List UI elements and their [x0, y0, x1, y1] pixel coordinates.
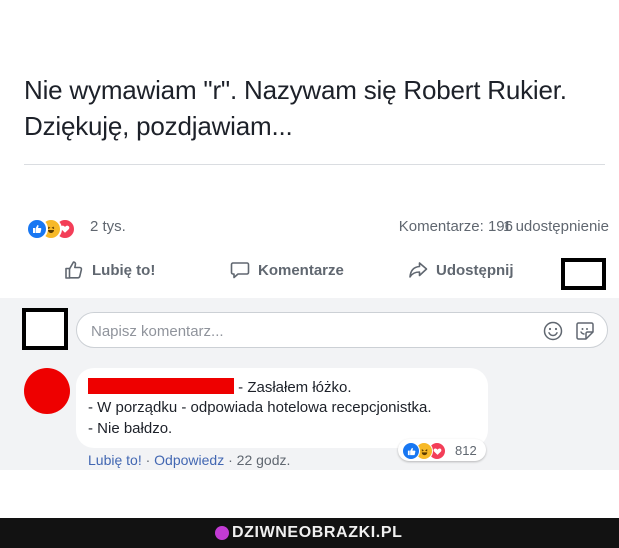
comment-timestamp[interactable]: 22 godz. — [237, 452, 291, 468]
comment-reactions-pill[interactable]: 812 — [398, 439, 486, 461]
comment-bubble-icon — [230, 262, 250, 279]
post-text-line-1: Nie wymawiam "r". Nazywam się Robert Ruk… — [24, 75, 567, 105]
shares-count[interactable]: 1 udostępnienie — [503, 218, 609, 235]
comment-line-1-text: - Zasłałem łóżko. — [234, 379, 352, 396]
separator: · — [141, 452, 155, 468]
comment-line-3: - Nie bałdzo. — [88, 420, 173, 437]
comment-actions: Lubię to! · Odpowiedz · 22 godz. — [88, 452, 290, 468]
like-reaction-icon — [402, 442, 420, 460]
comment-bubble: - Zasłałem łóżko. - W porządku - odpowia… — [76, 368, 488, 448]
like-button-label: Lubię to! — [92, 261, 156, 279]
like-button[interactable]: Lubię to! — [64, 260, 155, 280]
reaction-count[interactable]: 2 tys. — [90, 218, 126, 235]
comment-input[interactable] — [89, 319, 533, 343]
watermark-bar: DZIWNEOBRAZKI.PL — [0, 518, 619, 548]
sticker-icon[interactable] — [575, 321, 595, 341]
comment-reactions[interactable]: 812 — [324, 439, 488, 461]
watermark-logo-icon — [215, 526, 229, 540]
comment-button-label: Komentarze — [258, 261, 344, 279]
watermark-text: DZIWNEOBRAZKI.PL — [232, 524, 403, 541]
emoji-icon[interactable] — [543, 321, 563, 341]
comment-input-wrapper — [76, 312, 608, 348]
avatar[interactable] — [24, 368, 70, 414]
reaction-icons[interactable] — [26, 218, 90, 240]
divider — [24, 164, 605, 165]
comment-reply-link[interactable]: Odpowiedz — [154, 452, 224, 468]
post-text-line-2: Dziękuję, pozdjawiam... — [24, 111, 293, 141]
redaction-box — [561, 258, 606, 290]
redacted-author-name — [88, 378, 234, 394]
comment-reaction-count: 812 — [455, 443, 477, 458]
comment-line-2: - W porządku - odpowiada hotelowa recepc… — [88, 399, 432, 416]
comment-button[interactable]: Komentarze — [230, 260, 344, 280]
comment-like-link[interactable]: Lubię to! — [88, 452, 142, 468]
share-button-label: Udostępnij — [436, 261, 514, 279]
share-button[interactable]: Udostępnij — [408, 260, 514, 280]
comments-count[interactable]: Komentarze: 196 — [399, 218, 513, 235]
post-stats: 2 tys. Komentarze: 196 1 udostępnienie — [26, 216, 609, 240]
post-text: Nie wymawiam "r". Nazywam się Robert Ruk… — [24, 72, 604, 144]
share-arrow-icon — [409, 262, 428, 278]
post-actions: Lubię to! Komentarze Udostępnij — [24, 256, 605, 290]
redaction-box — [22, 308, 68, 350]
thumbs-up-icon — [65, 261, 83, 279]
comment-line-1: - Zasłałem łóżko. — [88, 378, 352, 396]
separator: · — [224, 452, 237, 468]
like-reaction-icon — [26, 218, 48, 240]
